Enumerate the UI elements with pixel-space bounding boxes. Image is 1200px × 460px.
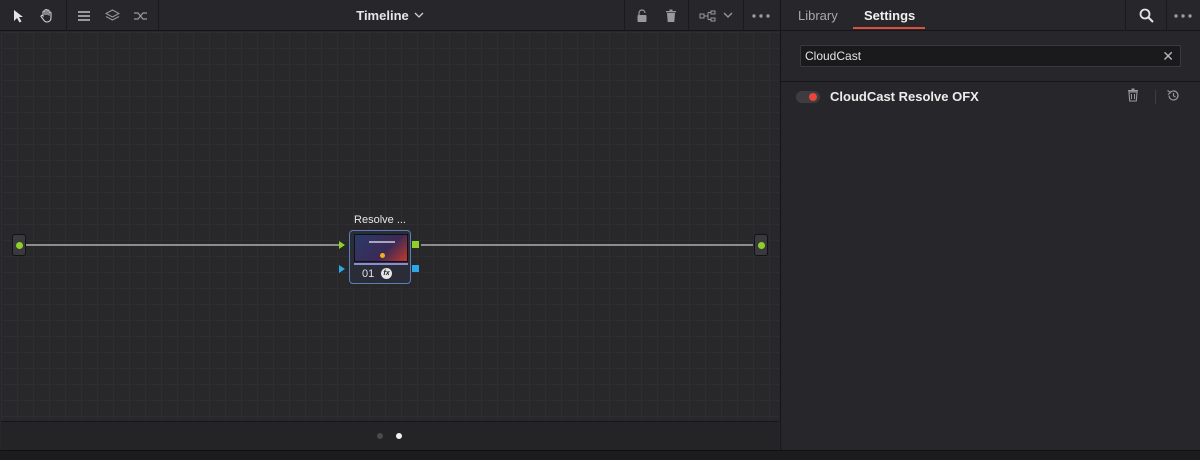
clear-search-icon[interactable]: ✕ — [1162, 48, 1174, 65]
node-alpha-input-port[interactable] — [339, 265, 345, 273]
pointer-icon[interactable] — [10, 0, 28, 31]
align-icon[interactable] — [75, 0, 93, 31]
node-alpha-output-port[interactable] — [412, 265, 419, 272]
divider — [1155, 90, 1156, 104]
timeline-title: Timeline — [356, 8, 409, 23]
trash-icon[interactable] — [662, 0, 680, 31]
search-input[interactable] — [805, 49, 1145, 63]
media-out-port — [757, 241, 765, 249]
chevron-down-icon — [414, 12, 424, 18]
node-canvas[interactable]: Resolve ... 01 fx — [1, 32, 779, 420]
more-icon[interactable] — [1172, 0, 1194, 31]
page-indicator-bar — [1, 421, 779, 450]
node-rgb-output-port[interactable] — [412, 241, 419, 248]
node-graph-icon[interactable] — [697, 0, 719, 31]
more-icon[interactable] — [750, 0, 772, 31]
status-bar — [0, 450, 1200, 460]
delete-effect-icon[interactable] — [1127, 88, 1139, 107]
input-wire — [26, 244, 342, 246]
node-editor-panel: Timeline Resolve ... 01 fx — [0, 0, 780, 460]
layers-icon[interactable] — [103, 0, 121, 31]
tab-library[interactable]: Library — [798, 0, 838, 31]
chevron-down-icon[interactable] — [721, 0, 735, 31]
node-editor-toolbar: Timeline — [0, 0, 780, 31]
output-wire — [421, 244, 753, 246]
inspector-panel: Library Settings ✕ CloudCast Resolve OFX — [780, 0, 1200, 450]
media-in-port — [15, 241, 23, 249]
lock-icon[interactable] — [633, 0, 651, 31]
node-thumbnail-bar — [354, 263, 408, 265]
search-icon[interactable] — [1136, 0, 1156, 31]
corrector-node[interactable]: 01 fx — [349, 230, 411, 284]
hand-icon[interactable] — [38, 0, 56, 31]
reset-icon[interactable] — [1166, 88, 1181, 108]
node-label: Resolve ... — [354, 214, 406, 226]
node-rgb-input-port[interactable] — [339, 241, 345, 249]
timeline-selector[interactable]: Timeline — [330, 0, 450, 31]
node-number: 01 — [362, 268, 375, 280]
effect-enable-toggle[interactable] — [796, 91, 820, 103]
shuffle-icon[interactable] — [131, 0, 149, 31]
media-out-node[interactable] — [754, 234, 768, 256]
page-dot-2[interactable] — [396, 433, 402, 439]
node-thumbnail — [354, 234, 408, 262]
effect-row: CloudCast Resolve OFX — [781, 86, 1200, 108]
active-tab-indicator — [853, 27, 925, 29]
inspector-header: Library Settings — [781, 0, 1200, 31]
effect-name: CloudCast Resolve OFX — [830, 89, 979, 104]
divider — [781, 81, 1200, 82]
search-field: ✕ — [800, 45, 1181, 67]
page-dot-1[interactable] — [377, 433, 383, 439]
fx-badge-icon: fx — [381, 268, 392, 279]
media-in-node[interactable] — [12, 234, 26, 256]
